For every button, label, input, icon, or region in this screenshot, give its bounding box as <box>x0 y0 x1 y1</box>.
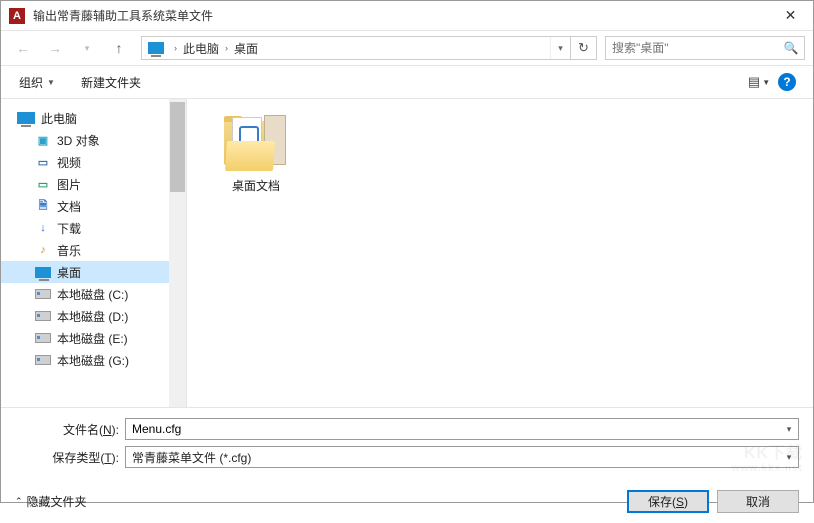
refresh-button[interactable]: ↻ <box>570 37 596 59</box>
view-button[interactable]: ▤ ▼ <box>745 70 773 94</box>
docs-icon: 🗎 <box>35 198 51 214</box>
cancel-button[interactable]: 取消 <box>717 490 799 513</box>
tree-item[interactable]: 桌面 <box>1 261 186 283</box>
chevron-down-icon[interactable]: ▾ <box>780 452 798 463</box>
back-button[interactable]: ← <box>9 35 37 61</box>
cancel-label: 取消 <box>746 493 770 510</box>
3d-icon: ▣ <box>35 132 51 148</box>
music-icon: ♪ <box>35 242 51 258</box>
disk-icon <box>35 311 51 321</box>
tree-item-label: 本地磁盘 (D:) <box>57 308 128 325</box>
hide-folders-label: 隐藏文件夹 <box>27 493 87 510</box>
footer: ⌃ 隐藏文件夹 保存(S) 取消 <box>1 480 813 523</box>
save-button[interactable]: 保存(S) <box>627 490 709 513</box>
folder-label: 桌面文档 <box>211 177 301 194</box>
address-bar[interactable]: › 此电脑 › 桌面 ▾ ↻ <box>141 36 597 60</box>
tree-item[interactable]: 本地磁盘 (G:) <box>1 349 186 371</box>
close-button[interactable]: ✕ <box>768 1 813 30</box>
disk-icon <box>35 289 51 299</box>
tree-item-label: 图片 <box>57 176 81 193</box>
folder-icon <box>224 115 288 171</box>
organize-label: 组织 <box>19 74 43 91</box>
forward-button[interactable]: → <box>41 35 69 61</box>
search-box[interactable]: 🔍 <box>605 36 805 60</box>
title-bar: A 输出常青藤辅助工具系统菜单文件 ✕ <box>1 1 813 31</box>
tree-item-label: 3D 对象 <box>57 132 100 149</box>
body-area: 此电脑 ▣ 3D 对象 ▭ 视频 ▭ 图片 🗎 文档 ↓ 下载 ♪ 音乐桌面本地磁盘 (C:) 本地磁盘… <box>1 99 813 407</box>
tree-item[interactable]: ▭ 图片 <box>1 173 186 195</box>
search-input[interactable] <box>606 41 778 55</box>
hide-folders-button[interactable]: ⌃ 隐藏文件夹 <box>15 493 87 510</box>
tree-item-label: 桌面 <box>57 264 81 281</box>
nav-bar: ← → ▾ ↑ › 此电脑 › 桌面 ▾ ↻ 🔍 <box>1 31 813 65</box>
scrollbar[interactable] <box>169 99 186 407</box>
tree-item[interactable]: ↓ 下载 <box>1 217 186 239</box>
address-dropdown[interactable]: ▾ <box>550 37 570 59</box>
help-icon: ? <box>778 73 796 91</box>
caret-icon: ⌃ <box>15 496 23 507</box>
tree-item[interactable]: 本地磁盘 (D:) <box>1 305 186 327</box>
tree-item[interactable]: 本地磁盘 (E:) <box>1 327 186 349</box>
desktop-icon <box>35 267 51 278</box>
disk-icon <box>35 355 51 365</box>
tree-item[interactable]: ▭ 视频 <box>1 151 186 173</box>
tree-item[interactable]: 🗎 文档 <box>1 195 186 217</box>
content-pane[interactable]: 桌面文档 <box>187 99 813 407</box>
pc-icon <box>17 112 35 124</box>
filename-input[interactable] <box>126 422 780 436</box>
breadcrumb-root[interactable]: 此电脑 <box>181 40 221 57</box>
disk-icon <box>35 333 51 343</box>
scrollbar-thumb[interactable] <box>170 102 185 192</box>
app-icon: A <box>9 8 25 24</box>
up-button[interactable]: ↑ <box>105 35 133 61</box>
tree-item-label: 本地磁盘 (G:) <box>57 352 129 369</box>
tree-item[interactable]: 本地磁盘 (C:) <box>1 283 186 305</box>
tree-item[interactable]: ♪ 音乐 <box>1 239 186 261</box>
tree-item[interactable]: ▣ 3D 对象 <box>1 129 186 151</box>
filetype-select[interactable]: 常青藤菜单文件 (*.cfg) ▾ <box>125 446 799 468</box>
tree-item-label: 本地磁盘 (E:) <box>57 330 128 347</box>
pc-icon <box>148 42 164 54</box>
tree-item-label: 视频 <box>57 154 81 171</box>
help-button[interactable]: ? <box>773 70 801 94</box>
chevron-right-icon: › <box>221 43 232 53</box>
organize-button[interactable]: 组织 ▼ <box>13 70 61 95</box>
video-icon: ▭ <box>35 154 51 170</box>
toolbar: 组织 ▼ 新建文件夹 ▤ ▼ ? <box>1 65 813 99</box>
chevron-down-icon: ▼ <box>47 78 55 87</box>
tree-item-label: 下载 <box>57 220 81 237</box>
tree-root-label: 此电脑 <box>41 110 77 127</box>
chevron-right-icon: › <box>170 43 181 53</box>
chevron-down-icon[interactable]: ▾ <box>780 424 798 435</box>
tree-item-label: 本地磁盘 (C:) <box>57 286 128 303</box>
filetype-label: 保存类型(T): <box>15 449 125 466</box>
filename-label: 文件名(N): <box>15 421 125 438</box>
breadcrumb-current[interactable]: 桌面 <box>232 40 260 57</box>
folder-tree[interactable]: 此电脑 ▣ 3D 对象 ▭ 视频 ▭ 图片 🗎 文档 ↓ 下载 ♪ 音乐桌面本地磁盘 (C:) 本地磁盘… <box>1 99 187 407</box>
down-icon: ↓ <box>35 220 51 236</box>
new-folder-button[interactable]: 新建文件夹 <box>75 70 147 95</box>
tree-item-label: 文档 <box>57 198 81 215</box>
new-folder-label: 新建文件夹 <box>81 74 141 91</box>
chevron-down-icon: ▼ <box>762 78 770 87</box>
tree-item-label: 音乐 <box>57 242 81 259</box>
tree-root[interactable]: 此电脑 <box>1 107 186 129</box>
save-panel: 文件名(N): ▾ 保存类型(T): 常青藤菜单文件 (*.cfg) ▾ <box>1 407 813 480</box>
folder-item[interactable]: 桌面文档 <box>211 115 301 194</box>
pictures-icon: ▭ <box>35 176 51 192</box>
filetype-value: 常青藤菜单文件 (*.cfg) <box>132 449 251 466</box>
filename-input-wrap[interactable]: ▾ <box>125 418 799 440</box>
view-icon: ▤ <box>748 74 760 90</box>
recent-dropdown[interactable]: ▾ <box>73 35 101 61</box>
window-title: 输出常青藤辅助工具系统菜单文件 <box>33 7 768 24</box>
search-icon[interactable]: 🔍 <box>778 41 804 55</box>
